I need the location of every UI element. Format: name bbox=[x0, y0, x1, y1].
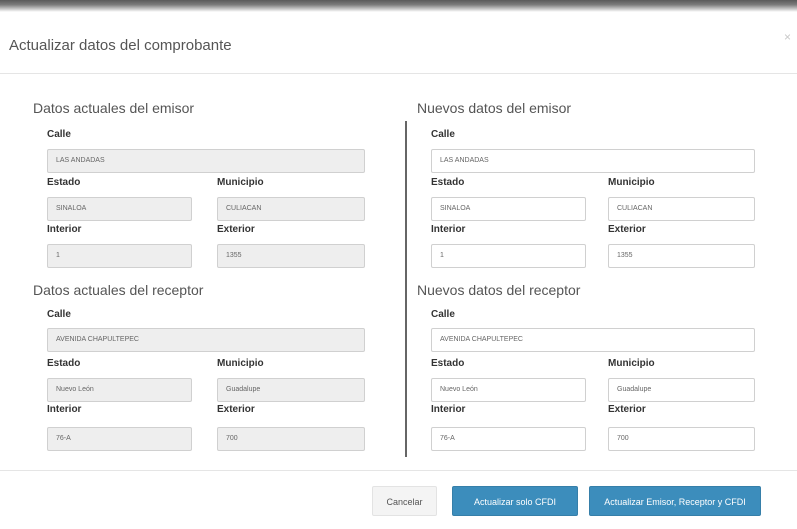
estado-label: Estado bbox=[431, 177, 465, 188]
estado-label: Estado bbox=[47, 358, 81, 369]
new-receptor-title: Nuevos datos del receptor bbox=[417, 282, 581, 298]
new-receptor-interior-input[interactable]: 76-A bbox=[431, 427, 586, 451]
interior-label: Interior bbox=[431, 224, 466, 235]
current-emisor-calle-field: LAS ANDADAS bbox=[47, 149, 365, 173]
current-receptor-calle-field: AVENIDA CHAPULTEPEC bbox=[47, 328, 365, 352]
current-emisor-interior-field: 1 bbox=[47, 244, 192, 268]
new-receptor-estado-input[interactable]: Nuevo León bbox=[431, 378, 586, 402]
exterior-label: Exterior bbox=[217, 404, 255, 415]
new-emisor-title: Nuevos datos del emisor bbox=[417, 100, 572, 116]
calle-label: Calle bbox=[47, 309, 71, 320]
current-receptor-interior-field: 76-A bbox=[47, 427, 192, 451]
municipio-label: Municipio bbox=[608, 177, 655, 188]
estado-label: Estado bbox=[431, 358, 465, 369]
new-receptor-municipio-input[interactable]: Guadalupe bbox=[608, 378, 755, 402]
close-icon[interactable]: × bbox=[784, 30, 791, 44]
current-receptor-municipio-field: Guadalupe bbox=[217, 378, 365, 402]
current-emisor-title: Datos actuales del emisor bbox=[33, 100, 195, 116]
current-emisor-exterior-field: 1355 bbox=[217, 244, 365, 268]
exterior-label: Exterior bbox=[608, 404, 646, 415]
interior-label: Interior bbox=[47, 404, 82, 415]
new-emisor-exterior-input[interactable]: 1355 bbox=[608, 244, 755, 268]
interior-label: Interior bbox=[47, 224, 82, 235]
current-emisor-municipio-field: CULIACAN bbox=[217, 197, 365, 221]
municipio-label: Municipio bbox=[217, 358, 264, 369]
current-receptor-estado-field: Nuevo León bbox=[47, 378, 192, 402]
interior-label: Interior bbox=[431, 404, 466, 415]
modal-header: Actualizar datos del comprobante × bbox=[0, 12, 797, 74]
exterior-label: Exterior bbox=[608, 224, 646, 235]
column-divider bbox=[405, 121, 407, 457]
new-emisor-municipio-input[interactable]: CULIACAN bbox=[608, 197, 755, 221]
new-emisor-calle-input[interactable]: LAS ANDADAS bbox=[431, 149, 755, 173]
exterior-label: Exterior bbox=[217, 224, 255, 235]
current-emisor-estado-field: SINALOA bbox=[47, 197, 192, 221]
municipio-label: Municipio bbox=[217, 177, 264, 188]
update-cfdi-only-button[interactable]: Actualizar solo CFDI bbox=[452, 486, 578, 516]
cancel-button[interactable]: Cancelar bbox=[372, 486, 437, 516]
backdrop-shadow bbox=[0, 0, 797, 12]
new-emisor-interior-input[interactable]: 1 bbox=[431, 244, 586, 268]
current-receptor-exterior-field: 700 bbox=[217, 427, 365, 451]
current-receptor-title: Datos actuales del receptor bbox=[33, 282, 204, 298]
new-receptor-calle-input[interactable]: AVENIDA CHAPULTEPEC bbox=[431, 328, 755, 352]
update-all-button[interactable]: Actualizar Emisor, Receptor y CFDI bbox=[589, 486, 761, 516]
new-emisor-estado-input[interactable]: SINALOA bbox=[431, 197, 586, 221]
new-receptor-exterior-input[interactable]: 700 bbox=[608, 427, 755, 451]
calle-label: Calle bbox=[431, 309, 455, 320]
estado-label: Estado bbox=[47, 177, 81, 188]
calle-label: Calle bbox=[431, 129, 455, 140]
modal-title: Actualizar datos del comprobante bbox=[9, 37, 232, 54]
calle-label: Calle bbox=[47, 129, 71, 140]
municipio-label: Municipio bbox=[608, 358, 655, 369]
